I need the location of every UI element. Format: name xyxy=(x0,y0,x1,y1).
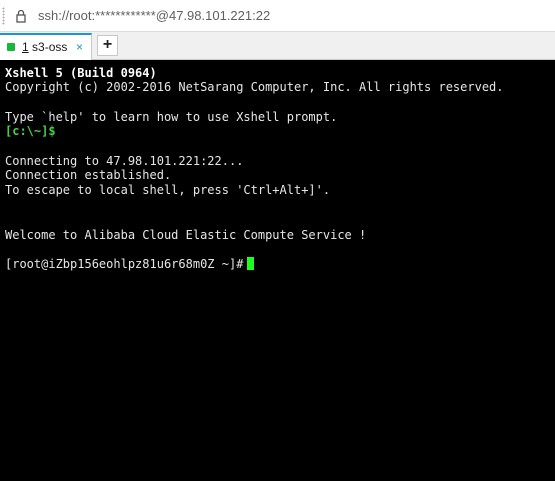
terminal-line: Xshell 5 (Build 0964) xyxy=(5,66,157,80)
remote-prompt: [root@iZbp156eohlpz81u6r68m0Z ~]# xyxy=(5,257,244,271)
terminal-line: To escape to local shell, press 'Ctrl+Al… xyxy=(5,183,331,197)
tab-strip: 1 s3-oss × + xyxy=(0,32,555,60)
address-text[interactable]: ssh://root:************@47.98.101.221:22 xyxy=(38,7,270,25)
new-tab-button[interactable]: + xyxy=(97,35,118,56)
close-icon[interactable]: × xyxy=(76,39,83,55)
tab-title: s3-oss xyxy=(32,40,68,54)
tab-number: 1 xyxy=(22,40,29,54)
lock-icon xyxy=(16,9,26,23)
address-bar[interactable]: ssh://root:************@47.98.101.221:22 xyxy=(0,0,555,32)
terminal-line: Connection established. xyxy=(5,168,172,182)
terminal-line: Connecting to 47.98.101.221:22... xyxy=(5,154,244,168)
terminal-line: Welcome to Alibaba Cloud Elastic Compute… xyxy=(5,228,367,242)
tab-session[interactable]: 1 s3-oss × xyxy=(0,33,92,60)
local-prompt: [c:\~]$ xyxy=(5,124,56,138)
tab-label[interactable]: 1 s3-oss xyxy=(22,39,67,55)
terminal[interactable]: Xshell 5 (Build 0964) Copyright (c) 2002… xyxy=(0,60,555,481)
cursor xyxy=(247,257,255,270)
toolbar-grip[interactable] xyxy=(2,7,5,25)
terminal-line: Copyright (c) 2002-2016 NetSarang Comput… xyxy=(5,80,504,94)
terminal-line: Type `help' to learn how to use Xshell p… xyxy=(5,110,338,124)
status-dot-icon xyxy=(7,43,15,51)
remote-prompt-line: [root@iZbp156eohlpz81u6r68m0Z ~]# xyxy=(5,257,255,271)
